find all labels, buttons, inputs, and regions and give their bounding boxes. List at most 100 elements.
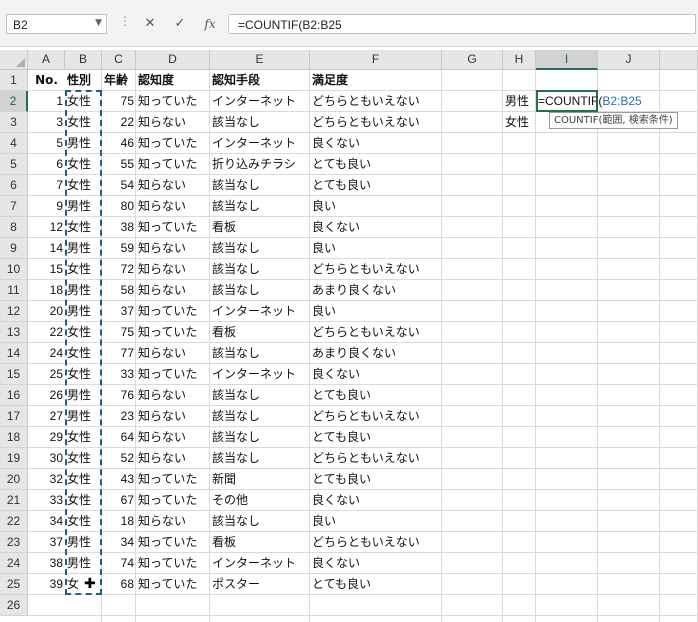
cell-age[interactable]: 72 [102,259,136,280]
cell-channel[interactable]: 該当なし [210,385,310,406]
cell-channel[interactable]: 該当なし [210,196,310,217]
row-header-18[interactable]: 18 [0,427,28,448]
cell-satisfaction[interactable]: 良くない [310,364,442,385]
cell-no[interactable]: 22 [28,322,65,343]
insert-function-icon[interactable]: fx [198,14,222,34]
cell-age[interactable]: 34 [102,532,136,553]
cell-awareness[interactable]: 知らない [136,259,210,280]
cell-age[interactable]: 75 [102,91,136,112]
header-cell-gender[interactable]: 性別 [65,70,102,91]
cell-no[interactable]: 9 [28,196,65,217]
enter-icon[interactable]: ✓ [168,14,192,34]
cell-age[interactable]: 74 [102,553,136,574]
cell-no[interactable]: 25 [28,364,65,385]
row-header-15[interactable]: 15 [0,364,28,385]
cell-age[interactable]: 77 [102,343,136,364]
cell-awareness[interactable]: 知っていた [136,217,210,238]
cell-no[interactable]: 33 [28,490,65,511]
row-header-14[interactable]: 14 [0,343,28,364]
row-header-8[interactable]: 8 [0,217,28,238]
cell-channel[interactable]: インターネット [210,301,310,322]
cell-no[interactable]: 3 [28,112,65,133]
cell-no[interactable]: 5 [28,133,65,154]
cell-no[interactable]: 30 [28,448,65,469]
cell-channel[interactable]: 該当なし [210,175,310,196]
row-header-21[interactable]: 21 [0,490,28,511]
header-cell-satisfaction[interactable]: 満足度 [310,70,442,91]
row-header-4[interactable]: 4 [0,133,28,154]
row-header-23[interactable]: 23 [0,532,28,553]
row-header-9[interactable]: 9 [0,238,28,259]
cell-channel[interactable]: インターネット [210,91,310,112]
cell-awareness[interactable]: 知っていた [136,364,210,385]
cell-satisfaction[interactable]: 良い [310,238,442,259]
column-header-e[interactable]: E [210,50,310,70]
summary-label-male[interactable]: 男性 [503,91,531,112]
cell-channel[interactable]: その他 [210,490,310,511]
cell-satisfaction[interactable]: 良くない [310,133,442,154]
cell-channel[interactable]: 看板 [210,322,310,343]
row-header-5[interactable]: 5 [0,154,28,175]
cell-channel[interactable]: 折り込みチラシ [210,154,310,175]
row-header-12[interactable]: 12 [0,301,28,322]
cell-satisfaction[interactable]: 良くない [310,553,442,574]
column-header-next[interactable] [660,50,698,70]
row-header-26[interactable]: 26 [0,595,28,616]
cell-age[interactable]: 68 [102,574,136,595]
cell-no[interactable]: 18 [28,280,65,301]
cell-age[interactable]: 75 [102,322,136,343]
cell-no[interactable]: 20 [28,301,65,322]
cell-satisfaction[interactable]: どちらともいえない [310,322,442,343]
cell-channel[interactable]: 該当なし [210,112,310,133]
column-header-j[interactable]: J [598,50,660,70]
cell-satisfaction[interactable]: どちらともいえない [310,259,442,280]
row-header-11[interactable]: 11 [0,280,28,301]
cell-channel[interactable]: 看板 [210,532,310,553]
cell-no[interactable]: 26 [28,385,65,406]
cell-channel[interactable]: 該当なし [210,448,310,469]
cell-channel[interactable]: 該当なし [210,427,310,448]
cell-age[interactable]: 64 [102,427,136,448]
cell-age[interactable]: 54 [102,175,136,196]
cell-satisfaction[interactable]: どちらともいえない [310,91,442,112]
cell-no[interactable]: 32 [28,469,65,490]
cell-no[interactable]: 7 [28,175,65,196]
cell-awareness[interactable]: 知っていた [136,91,210,112]
row-header-22[interactable]: 22 [0,511,28,532]
cell-awareness[interactable]: 知らない [136,280,210,301]
cell-channel[interactable]: 該当なし [210,238,310,259]
cell-age[interactable]: 18 [102,511,136,532]
cell-awareness[interactable]: 知っていた [136,154,210,175]
cell-age[interactable]: 76 [102,385,136,406]
cell-age[interactable]: 43 [102,469,136,490]
cell-satisfaction[interactable]: 良くない [310,490,442,511]
cell-age[interactable]: 52 [102,448,136,469]
cell-awareness[interactable]: 知っていた [136,553,210,574]
cell-age[interactable]: 23 [102,406,136,427]
row-header-16[interactable]: 16 [0,385,28,406]
row-header-19[interactable]: 19 [0,448,28,469]
cell-no[interactable]: 6 [28,154,65,175]
cell-no[interactable]: 34 [28,511,65,532]
column-header-a[interactable]: A [28,50,65,70]
cell-awareness[interactable]: 知らない [136,238,210,259]
cell-channel[interactable]: 看板 [210,217,310,238]
header-cell-awareness[interactable]: 認知度 [136,70,210,91]
cell-awareness[interactable]: 知らない [136,112,210,133]
cell-satisfaction[interactable]: どちらともいえない [310,406,442,427]
header-cell-no[interactable]: No. [28,70,65,91]
cell-no[interactable]: 14 [28,238,65,259]
cell-satisfaction[interactable]: とても良い [310,385,442,406]
cell-no[interactable]: 37 [28,532,65,553]
cell-awareness[interactable]: 知っていた [136,322,210,343]
cell-awareness[interactable]: 知っていた [136,532,210,553]
column-header-d[interactable]: D [136,50,210,70]
cell-age[interactable]: 22 [102,112,136,133]
cell-age[interactable]: 67 [102,490,136,511]
cell-awareness[interactable]: 知っていた [136,574,210,595]
cell-satisfaction[interactable]: どちらともいえない [310,112,442,133]
row-header-17[interactable]: 17 [0,406,28,427]
cell-age[interactable]: 80 [102,196,136,217]
cell-age[interactable]: 46 [102,133,136,154]
cell-satisfaction[interactable]: とても良い [310,175,442,196]
